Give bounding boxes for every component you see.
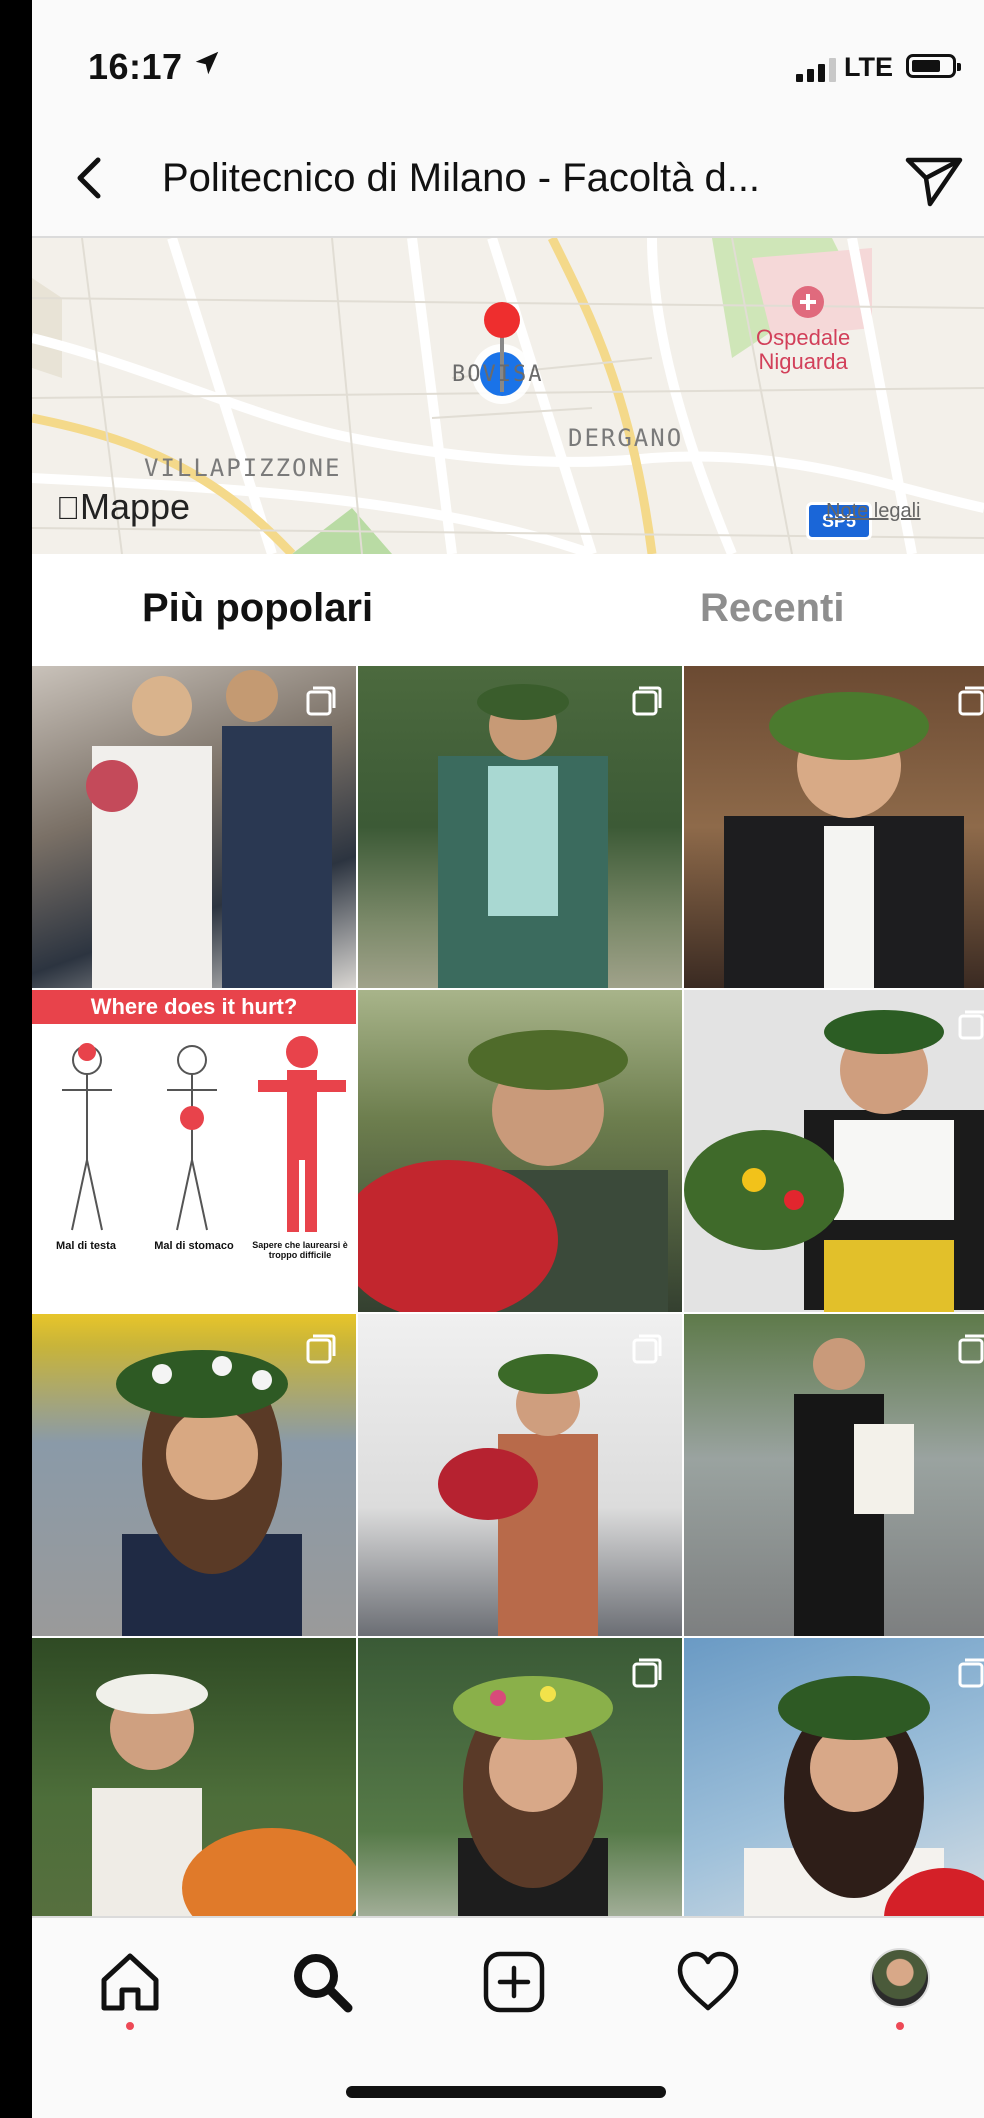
location-map[interactable]: VILLAPIZZONE DERGANO BOVISA Ospedale Nig… bbox=[32, 238, 984, 554]
multiple-posts-icon bbox=[306, 1334, 336, 1364]
grid-post-infographic[interactable]: Where does it hurt? Mal di testa Mal di … bbox=[32, 990, 356, 1312]
caption-headache: Mal di testa bbox=[56, 1240, 116, 1252]
tab-popular[interactable]: Più popolari bbox=[142, 586, 373, 631]
battery-icon bbox=[906, 54, 961, 78]
profile-activity-dot bbox=[896, 2022, 904, 2030]
location-arrow-icon bbox=[195, 51, 219, 75]
map-label-dergano: DERGANO bbox=[568, 424, 684, 452]
grid-photo[interactable] bbox=[684, 1314, 984, 1636]
multiple-posts-icon bbox=[632, 686, 662, 716]
profile-avatar[interactable] bbox=[870, 1948, 930, 2008]
multiple-posts-icon bbox=[632, 1658, 662, 1688]
map-label-hospital: Ospedale Niguarda bbox=[756, 325, 851, 374]
multiple-posts-icon bbox=[958, 686, 984, 716]
home-activity-dot bbox=[126, 2022, 134, 2030]
home-indicator bbox=[346, 2086, 666, 2098]
search-icon[interactable] bbox=[286, 1946, 358, 2018]
photo-graduate-dark-suit bbox=[794, 1338, 914, 1636]
location-header: Politecnico di Milano - Facoltà d... bbox=[32, 120, 984, 238]
photo-graduate-park bbox=[92, 1674, 356, 1916]
back-chevron-icon[interactable] bbox=[60, 148, 120, 208]
grid-photo[interactable] bbox=[32, 666, 356, 988]
signal-icon bbox=[796, 56, 836, 82]
grid-photo[interactable] bbox=[358, 990, 682, 1312]
grid-photo[interactable] bbox=[684, 666, 984, 988]
screen: 16:17 LTE Politecnico di Milano - Facolt… bbox=[32, 0, 984, 2118]
heart-icon[interactable] bbox=[672, 1946, 744, 2018]
multiple-posts-icon bbox=[958, 1658, 984, 1688]
multiple-posts-icon bbox=[958, 1010, 984, 1040]
grid-photo[interactable] bbox=[32, 1314, 356, 1636]
tab-recent[interactable]: Recenti bbox=[700, 586, 845, 631]
grid-photo[interactable] bbox=[684, 1638, 984, 1916]
status-bar: 16:17 LTE bbox=[32, 0, 984, 120]
status-time: 16:17 bbox=[88, 46, 183, 87]
photo-graduate-diploma bbox=[684, 1010, 984, 1312]
multiple-posts-icon bbox=[632, 1334, 662, 1364]
grid-photo[interactable] bbox=[358, 1638, 682, 1916]
legal-notes-link[interactable]: Note legali bbox=[826, 500, 921, 523]
map-label-villapizzone: VILLAPIZZONE bbox=[144, 454, 342, 482]
feed-tabs: Più popolari Recenti bbox=[32, 554, 984, 666]
photo-graduate-library bbox=[724, 692, 964, 988]
grid-photo[interactable] bbox=[684, 990, 984, 1312]
home-icon[interactable] bbox=[94, 1946, 166, 2018]
add-post-icon[interactable] bbox=[478, 1946, 550, 2018]
multiple-posts-icon bbox=[958, 1334, 984, 1364]
body-figures-illustration bbox=[62, 1036, 346, 1232]
carrier-label: LTE bbox=[844, 52, 893, 82]
apple-maps-attribution: Mappe bbox=[56, 486, 190, 527]
send-direct-icon[interactable] bbox=[902, 148, 966, 212]
caption-stomach: Mal di stomaco bbox=[154, 1240, 234, 1252]
photo-grid: Where does it hurt? Mal di testa Mal di … bbox=[32, 666, 984, 1916]
grid-photo[interactable] bbox=[358, 666, 682, 988]
grid-photo[interactable] bbox=[358, 1314, 682, 1636]
photo-graduate-mural bbox=[744, 1676, 984, 1916]
multiple-posts-icon bbox=[306, 686, 336, 716]
page-title: Politecnico di Milano - Facoltà d... bbox=[162, 156, 761, 200]
map-label-bovisa: BOVISA bbox=[452, 362, 544, 387]
grid-photo[interactable] bbox=[32, 1638, 356, 1916]
caption-graduation: Sapere che laurearsi è troppo difficile bbox=[252, 1240, 348, 1260]
photo-graduate-bouquet bbox=[358, 1030, 668, 1312]
